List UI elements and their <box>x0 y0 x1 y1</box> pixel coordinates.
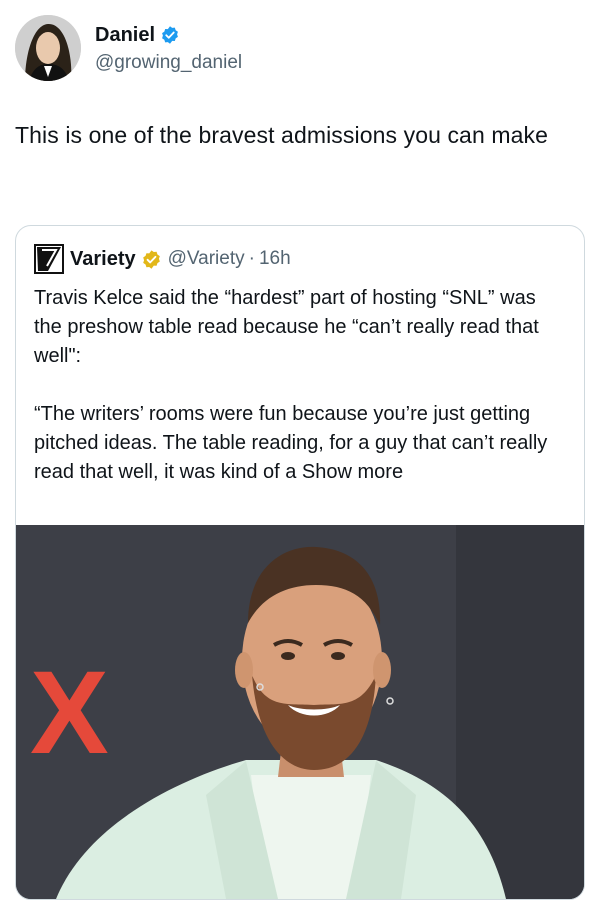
quoted-body: Travis Kelce said the “hardest” part of … <box>34 284 569 487</box>
tweet-text: This is one of the bravest admissions yo… <box>15 122 548 148</box>
quoted-paragraph-1: Travis Kelce said the “hardest” part of … <box>34 287 539 367</box>
gold-verified-badge-icon <box>141 249 162 270</box>
quoted-media-image[interactable]: X <box>16 525 584 899</box>
avatar[interactable] <box>15 15 81 81</box>
show-more-link[interactable]: Show more <box>302 461 403 483</box>
name-row: Daniel <box>95 23 180 47</box>
variety-logo-icon[interactable] <box>34 244 64 274</box>
display-name[interactable]: Daniel <box>95 23 155 47</box>
verified-badge-icon <box>160 25 180 45</box>
handle[interactable]: @growing_daniel <box>95 52 242 74</box>
quoted-display-name[interactable]: Variety <box>70 248 136 271</box>
avatar-image <box>15 15 81 81</box>
photo-illustration: X <box>16 525 584 899</box>
backdrop-letter: X <box>30 647 109 779</box>
quoted-paragraph-2: “The writers’ rooms were fun because you… <box>34 400 569 487</box>
quoted-paragraph-2-text: “The writers’ rooms were fun because you… <box>34 403 548 483</box>
tweet-header: Daniel @growing_daniel <box>15 15 585 85</box>
quoted-header: Variety @Variety · 16h <box>34 244 291 274</box>
quoted-handle[interactable]: @Variety <box>168 248 245 270</box>
timestamp[interactable]: 16h <box>259 248 291 270</box>
separator-dot: · <box>248 248 255 269</box>
quoted-tweet[interactable]: Variety @Variety · 16h Travis Kelce said… <box>15 225 585 900</box>
